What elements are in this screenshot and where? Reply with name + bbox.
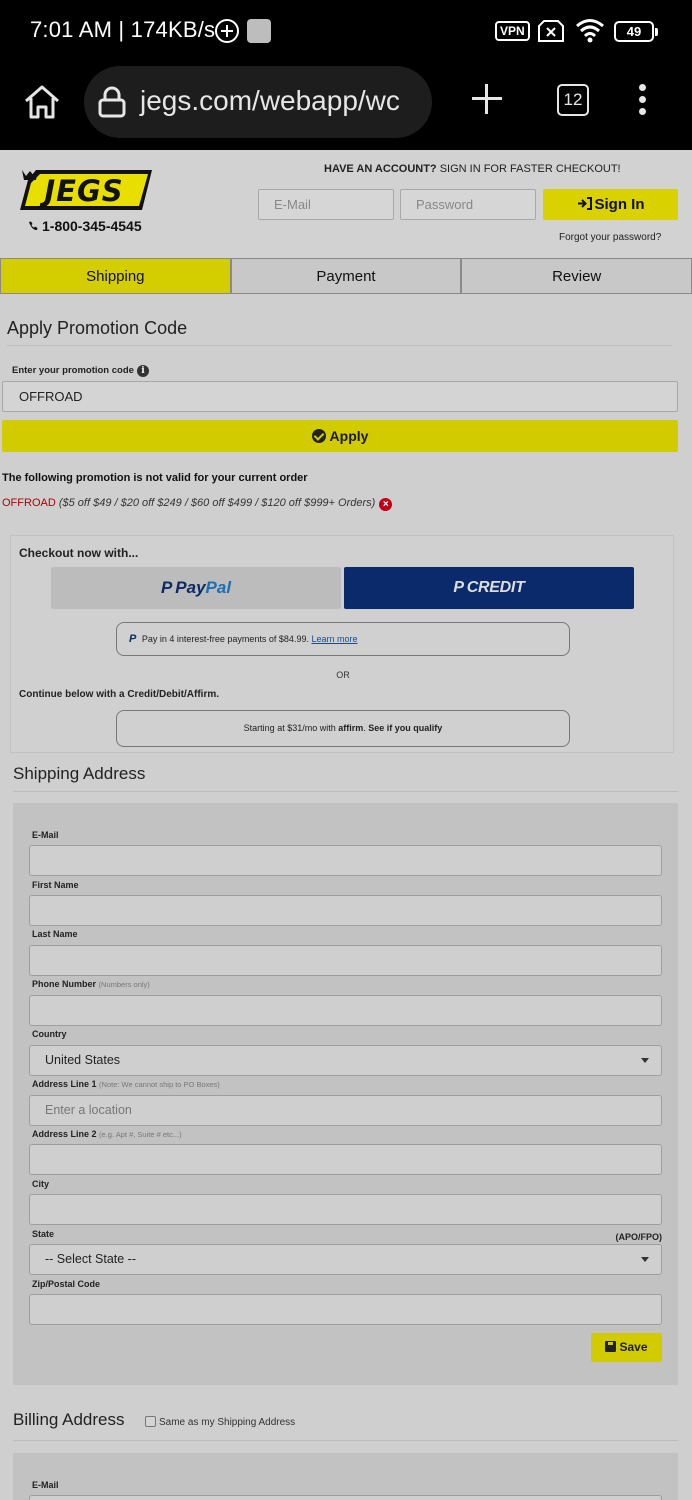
invalid-promo-code: OFFROAD: [2, 497, 56, 509]
status-time: 7:01 AM | 174KB/s: [30, 17, 216, 42]
no-sim-icon: [538, 20, 564, 42]
save-address-button[interactable]: Save: [591, 1333, 662, 1362]
step-review[interactable]: Review: [461, 258, 692, 294]
phone-text: 1-800-345-4545: [42, 218, 142, 234]
remove-promo-icon[interactable]: ×: [379, 498, 393, 511]
billing-email-label: E-Mail: [32, 1480, 59, 1490]
affirm-banner[interactable]: Starting at $31/mo with affirm. See if y…: [116, 710, 570, 747]
phone-icon: [29, 221, 38, 231]
check-circle-icon: [311, 429, 326, 443]
same-as-shipping-checkbox[interactable]: [145, 1416, 156, 1427]
notification-square-icon: [247, 19, 271, 43]
lock-icon: [98, 86, 126, 118]
state-label: State: [32, 1229, 55, 1239]
chevron-down-icon: [641, 1058, 649, 1063]
promo-code-input[interactable]: OFFROAD: [2, 381, 678, 412]
state-select[interactable]: -- Select State --: [29, 1244, 662, 1275]
tab-switcher-button[interactable]: 12: [557, 84, 589, 116]
new-tab-icon[interactable]: [470, 82, 504, 116]
save-icon: [605, 1341, 617, 1352]
divider: [13, 1440, 678, 1441]
learn-more-link[interactable]: Learn more: [311, 634, 357, 644]
forgot-password-link[interactable]: Forgot your password?: [559, 232, 661, 243]
address1-label: Address Line 1 (Note: We cannot ship to …: [32, 1079, 220, 1089]
email-label: E-Mail: [32, 830, 59, 840]
country-label: Country: [32, 1029, 67, 1039]
paypal-icon: P: [129, 633, 137, 645]
city-label: City: [32, 1179, 50, 1189]
wifi-icon: [576, 19, 604, 43]
promo-error-message: The following promotion is not valid for…: [2, 472, 308, 484]
billing-email-field[interactable]: [29, 1495, 662, 1500]
site-header: JEGS 1-800-345-4545 HAVE AN ACCOUNT? SIG…: [0, 150, 692, 258]
address-bar[interactable]: jegs.com/webapp/wc: [84, 66, 432, 138]
address-line-2-field[interactable]: [29, 1144, 662, 1175]
last-name-field[interactable]: [29, 945, 662, 976]
same-as-shipping-option[interactable]: Same as my Shipping Address: [145, 1416, 295, 1428]
affirm-logo: affirm: [338, 723, 364, 733]
billing-address-form: E-Mail: [13, 1453, 678, 1500]
first-name-field[interactable]: [29, 895, 662, 926]
billing-address-title: Billing Address: [13, 1410, 125, 1429]
country-select[interactable]: United States: [29, 1045, 662, 1076]
paypal-button[interactable]: P PayPal: [51, 567, 341, 609]
header-email-input[interactable]: E-Mail: [258, 189, 394, 220]
url-text: jegs.com/webapp/wc: [140, 85, 400, 116]
info-icon[interactable]: i: [136, 365, 149, 377]
step-payment[interactable]: Payment: [230, 258, 462, 294]
shipping-address-title: Shipping Address: [13, 764, 146, 783]
promo-code-label: Enter your promotion code i: [12, 365, 149, 377]
last-name-label: Last Name: [32, 929, 78, 939]
account-prompt: HAVE AN ACCOUNT? SIGN IN FOR FASTER CHEC…: [324, 163, 621, 175]
phone-number[interactable]: 1-800-345-4545: [28, 218, 142, 234]
zip-code-field[interactable]: [29, 1294, 662, 1325]
paypal-credit-button[interactable]: P CREDIT: [344, 567, 634, 609]
sign-in-icon: [577, 197, 592, 210]
sign-in-button[interactable]: Sign In: [543, 189, 678, 220]
affirm-qualify-link[interactable]: See if you qualify: [368, 723, 442, 733]
pay-in-4-banner[interactable]: P Pay in 4 interest-free payments of $84…: [116, 622, 570, 656]
express-checkout-title: Checkout now with...: [19, 546, 139, 560]
paypal-icon: P: [453, 579, 464, 596]
express-checkout-panel: Checkout now with... P PayPal P CREDIT P P…: [10, 535, 674, 753]
address-line-1-field[interactable]: Enter a location: [29, 1095, 662, 1126]
status-bar: 7:01 AM | 174KB/s VPN 49: [0, 0, 692, 62]
step-shipping[interactable]: Shipping: [0, 258, 231, 294]
or-divider: OR: [336, 670, 350, 680]
home-icon[interactable]: [22, 82, 62, 122]
divider: [7, 345, 672, 346]
vpn-icon: VPN: [495, 21, 530, 41]
logo-text: JEGS: [39, 174, 123, 208]
promo-description: ($5 off $49 / $20 off $249 / $60 off $49…: [55, 497, 376, 509]
divider: [13, 791, 678, 792]
add-circle-icon: [215, 19, 239, 43]
battery-icon: 49: [614, 21, 658, 42]
zip-label: Zip/Postal Code: [32, 1279, 101, 1289]
more-menu-icon[interactable]: [638, 84, 648, 116]
continue-text: Continue below with a Credit/Debit/Affir…: [19, 689, 219, 700]
address2-label: Address Line 2 (e.g. Apt #, Suite # etc.…: [32, 1129, 182, 1139]
shipping-address-form: E-Mail First Name Last Name Phone Number…: [13, 803, 678, 1385]
city-field[interactable]: [29, 1194, 662, 1225]
shipping-email-field[interactable]: [29, 845, 662, 876]
chevron-down-icon: [641, 1257, 649, 1262]
header-password-input[interactable]: Password: [400, 189, 536, 220]
promo-invalid-detail: OFFROAD ($5 off $49 / $20 off $249 / $60…: [2, 497, 393, 511]
phone-number-field[interactable]: [29, 995, 662, 1026]
promo-section-title: Apply Promotion Code: [7, 318, 188, 338]
checkout-steps: Shipping Payment Review: [0, 258, 692, 294]
apply-promo-button[interactable]: Apply: [2, 420, 678, 452]
apo-fpo-link[interactable]: (APO/FPO): [616, 1232, 663, 1242]
phone-label: Phone Number (Numbers only): [32, 979, 150, 989]
browser-toolbar: jegs.com/webapp/wc 12: [0, 62, 692, 150]
first-name-label: First Name: [32, 880, 79, 890]
paypal-icon: P: [160, 578, 173, 597]
jegs-logo[interactable]: JEGS: [18, 168, 152, 212]
